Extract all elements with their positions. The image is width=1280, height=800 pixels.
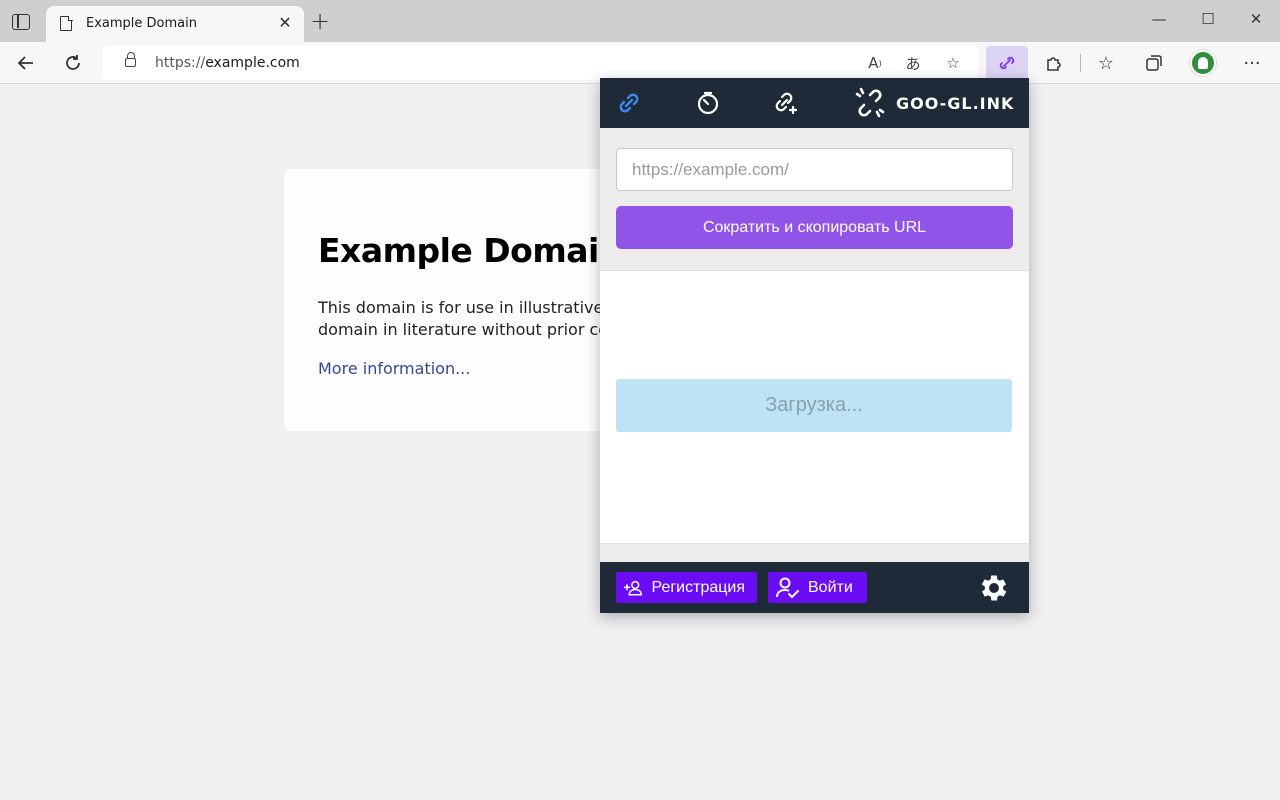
collections-icon[interactable]	[1140, 49, 1168, 77]
register-label: Регистрация	[651, 578, 745, 596]
popup-footer: Регистрация Войти	[600, 562, 1029, 613]
add-link-icon[interactable]	[771, 88, 801, 118]
minimize-icon[interactable]: —	[1147, 10, 1171, 32]
link-icon[interactable]	[614, 88, 644, 118]
paragraph-line-2: domain in literature without prior coo	[318, 320, 618, 339]
loading-indicator: Загрузка...	[616, 379, 1012, 432]
add-favorite-icon[interactable]: ☆	[941, 51, 965, 75]
add-user-icon	[624, 580, 642, 595]
login-label: Войти	[808, 578, 853, 596]
page-icon	[60, 15, 73, 31]
shorten-copy-button[interactable]: Сократить и скопировать URL	[616, 206, 1013, 249]
close-icon[interactable]: ✕	[276, 13, 294, 32]
register-button[interactable]: Регистрация	[616, 572, 757, 603]
favorites-icon[interactable]: ☆	[1092, 49, 1120, 77]
tab-title: Example Domain	[86, 16, 197, 31]
goo-gl-extension-icon[interactable]	[986, 46, 1028, 80]
maximize-icon[interactable]: ☐	[1196, 10, 1220, 32]
toolbar-divider	[1080, 54, 1081, 72]
page-heading: Example Domain	[318, 231, 622, 270]
brand-name: GOO-GL.INK	[896, 93, 1015, 113]
url-host: example.com	[205, 55, 300, 71]
new-tab-icon[interactable]: +	[310, 9, 330, 33]
popup-header: GOO-GL.INK	[600, 78, 1029, 128]
tab-actions-icon[interactable]	[12, 14, 30, 30]
translate-icon[interactable]: あ	[901, 51, 925, 75]
extensions-icon[interactable]	[1040, 49, 1068, 77]
brand-logo: GOO-GL.INK	[852, 84, 1014, 122]
broken-link-logo-icon	[855, 87, 885, 118]
window-close-icon[interactable]: ✕	[1244, 10, 1268, 32]
lock-icon[interactable]	[125, 52, 136, 67]
read-aloud-icon[interactable]: A)	[863, 51, 887, 75]
back-icon[interactable]	[12, 49, 40, 77]
tab-example-domain[interactable]: Example Domain ✕	[46, 6, 304, 42]
refresh-icon[interactable]	[59, 49, 87, 77]
url-input[interactable]	[616, 148, 1013, 191]
profile-avatar[interactable]	[1190, 50, 1216, 76]
url-text[interactable]: https://example.com	[155, 55, 300, 71]
history-icon[interactable]	[693, 88, 723, 118]
address-bar[interactable]: https://example.com A) あ ☆	[103, 46, 978, 80]
more-options-icon[interactable]: ···	[1238, 49, 1266, 77]
user-check-icon	[776, 577, 799, 598]
result-panel: Загрузка...	[600, 270, 1029, 544]
paragraph-line-1: This domain is for use in illustrative e…	[318, 298, 628, 317]
tab-strip: Example Domain ✕ + — ☐ ✕	[0, 0, 1280, 42]
settings-gear-icon[interactable]	[976, 570, 1012, 606]
url-scheme: https://	[155, 55, 206, 71]
extension-popup: GOO-GL.INK Сократить и скопировать URL З…	[600, 78, 1029, 613]
login-button[interactable]: Войти	[768, 572, 867, 603]
more-information-link[interactable]: More information...	[318, 359, 470, 378]
